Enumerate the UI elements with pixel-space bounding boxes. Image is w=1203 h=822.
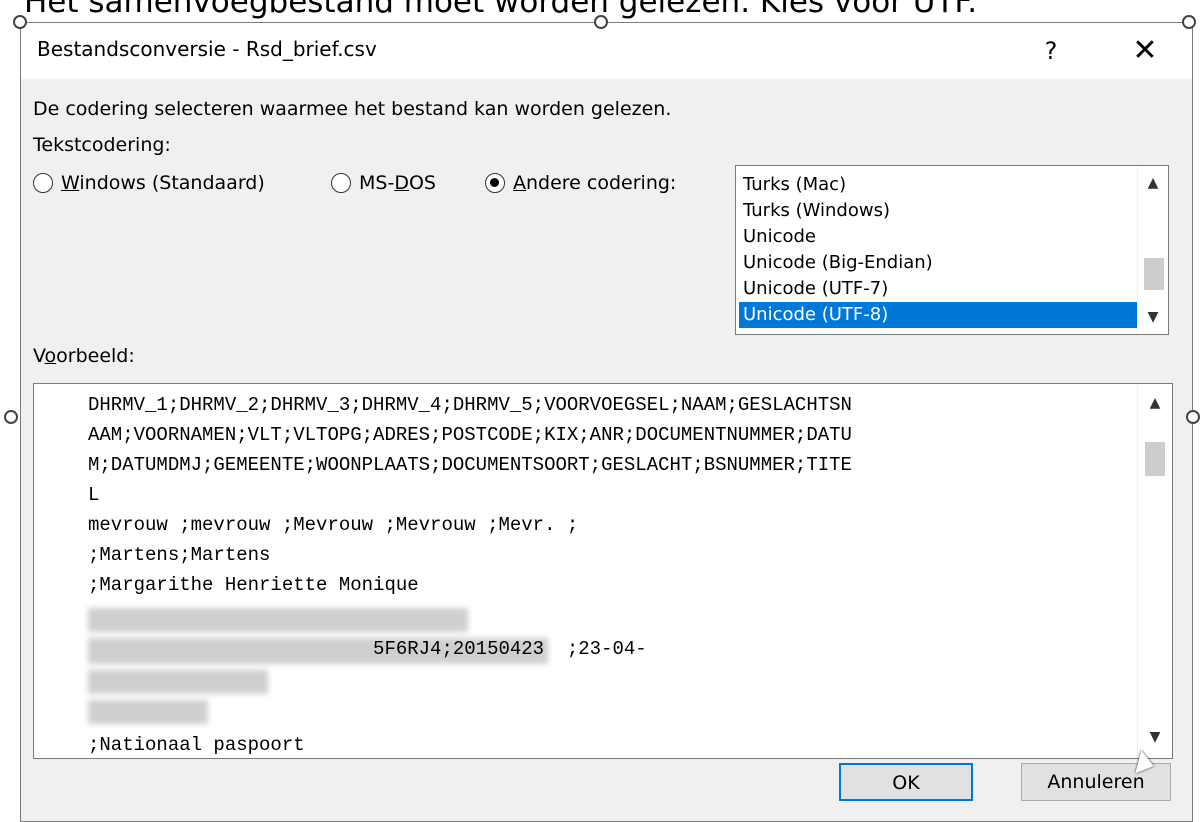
preview-line: M;DATUMDMJ;GEMEENTE;WOONPLAATS;DOCUMENTS… <box>88 454 852 476</box>
dialog-titlebar[interactable]: Bestandsconversie - Rsd_brief.csv ? ✕ <box>21 23 1192 79</box>
selection-handle[interactable] <box>1186 410 1200 424</box>
radio-ms-dos[interactable]: MS-DOS <box>331 170 436 196</box>
preview-line: mevrouw ;mevrouw ;Mevrouw ;Mevrouw ;Mevr… <box>88 514 579 536</box>
selection-handle[interactable] <box>594 15 608 29</box>
preview-line: ;Nationaal paspoort <box>88 734 305 756</box>
scroll-up-icon[interactable]: ▲ <box>1138 170 1168 196</box>
list-item[interactable]: Unicode (Big-Endian) <box>739 250 1139 276</box>
scroll-up-icon[interactable]: ▲ <box>1138 390 1172 416</box>
preview-line: ;Margarithe Henriette Monique <box>88 574 419 596</box>
scroll-down-icon[interactable]: ▼ <box>1138 724 1172 750</box>
redacted-block <box>88 608 468 632</box>
list-item[interactable]: Unicode <box>739 224 1139 250</box>
list-item[interactable]: Turks (Mac) <box>739 172 1139 198</box>
preview-line: AAM;VOORNAMEN;VLT;VLTOPG;ADRES;POSTCODE;… <box>88 424 852 446</box>
radio-other-encoding[interactable]: Andere codering: <box>485 170 676 196</box>
dialog-title: Bestandsconversie - Rsd_brief.csv <box>37 37 377 61</box>
scroll-thumb[interactable] <box>1144 258 1164 290</box>
help-button[interactable]: ? <box>1031 33 1071 69</box>
preview-line: ;Martens;Martens <box>88 544 271 566</box>
text-encoding-label: Tekstcodering: <box>33 134 171 156</box>
radio-label-msdos: MS-DOS <box>359 172 436 194</box>
radio-label-windows: Windows (Standaard) <box>61 172 265 194</box>
selection-handle[interactable] <box>13 15 27 29</box>
scroll-thumb[interactable] <box>1145 442 1165 476</box>
list-item-selected[interactable]: Unicode (UTF-8) <box>738 301 1140 329</box>
file-conversion-dialog: Bestandsconversie - Rsd_brief.csv ? ✕ De… <box>20 22 1193 822</box>
listbox-scrollbar[interactable]: ▲ ▼ <box>1137 166 1168 334</box>
redacted-block <box>88 700 208 724</box>
preview-box[interactable]: DHRMV_1;DHRMV_2;DHRMV_3;DHRMV_4;DHRMV_5;… <box>33 383 1173 759</box>
scroll-down-icon[interactable]: ▼ <box>1138 304 1168 330</box>
radio-windows-default[interactable]: Windows (Standaard) <box>33 170 265 196</box>
close-button[interactable]: ✕ <box>1121 31 1169 71</box>
encoding-listbox[interactable]: Turks (Mac) Turks (Windows) Unicode Unic… <box>735 165 1169 335</box>
preview-line: DHRMV_1;DHRMV_2;DHRMV_3;DHRMV_4;DHRMV_5;… <box>88 394 852 416</box>
selection-handle[interactable] <box>1182 15 1196 29</box>
radio-circle[interactable] <box>331 173 351 193</box>
preview-label: Voorbeeld: <box>33 345 135 367</box>
list-item[interactable]: Unicode (UTF-7) <box>739 276 1139 302</box>
preview-scrollbar[interactable]: ▲ ▼ <box>1137 384 1172 758</box>
radio-circle-checked[interactable] <box>485 173 505 193</box>
list-item[interactable]: Turks (Windows) <box>739 198 1139 224</box>
selection-handle[interactable] <box>4 410 18 424</box>
radio-circle[interactable] <box>33 173 53 193</box>
radio-label-other: Andere codering: <box>513 172 677 194</box>
preview-line: L <box>88 484 100 506</box>
background-document-text: Het samenvoegbestand moet worden gelezen… <box>24 0 978 20</box>
preview-line: 5F6RJ4;20150423 ;23-04- <box>88 638 647 660</box>
redacted-block <box>88 670 268 694</box>
ok-button[interactable]: OK <box>839 763 973 801</box>
dialog-description: De codering selecteren waarmee het besta… <box>33 98 672 120</box>
